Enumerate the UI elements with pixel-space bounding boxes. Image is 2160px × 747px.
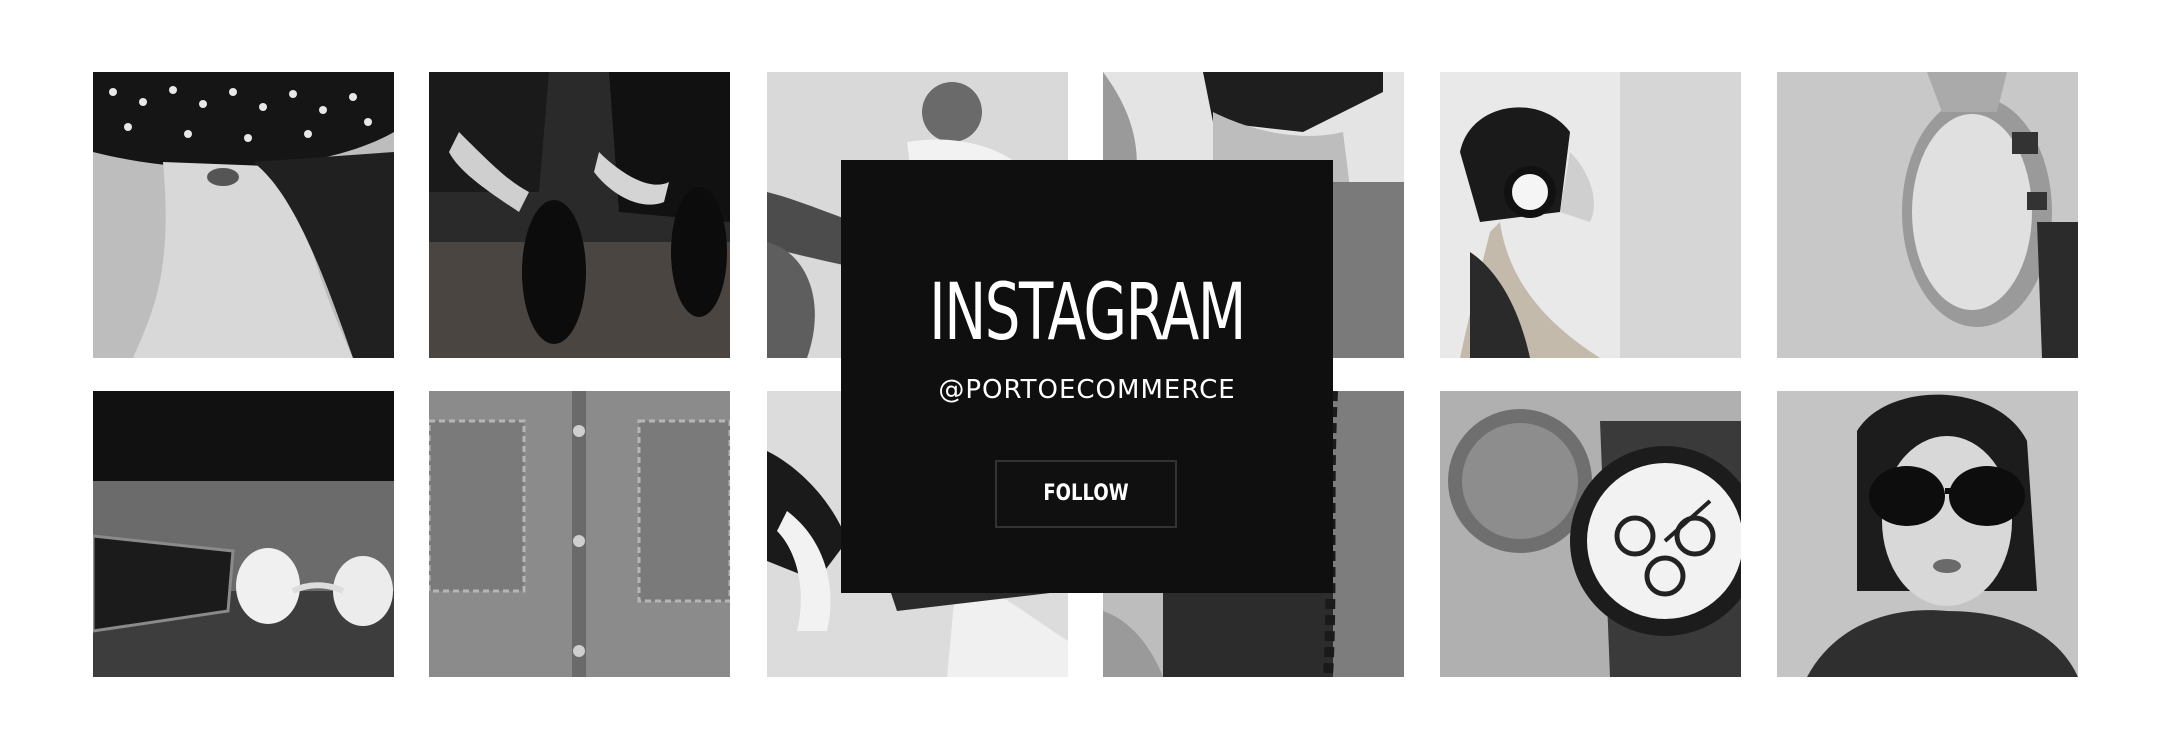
instagram-photo-headphones-woman[interactable] — [1440, 72, 1741, 358]
follow-button-label: FOLLOW — [1043, 481, 1129, 506]
instagram-photo-sunglasses-woman[interactable] — [1777, 391, 2078, 677]
photo-image — [429, 72, 730, 358]
instagram-photo-shoes[interactable] — [429, 72, 730, 358]
photo-image — [1777, 391, 2078, 677]
instagram-photo-watch[interactable] — [1777, 72, 2078, 358]
instagram-title: INSTAGRAM — [929, 268, 1246, 358]
instagram-promo-panel: INSTAGRAM @PORTOECOMMERCE FOLLOW — [841, 160, 1333, 593]
photo-image — [429, 391, 730, 677]
photo-image — [1440, 72, 1741, 358]
photo-image — [93, 72, 394, 358]
photo-image — [1440, 391, 1741, 677]
instagram-photo-denim[interactable] — [429, 391, 730, 677]
photo-image — [93, 391, 394, 677]
instagram-photo-hat-woman[interactable] — [93, 72, 394, 358]
instagram-photo-chronographs[interactable] — [1440, 391, 1741, 677]
photo-image — [1777, 72, 2078, 358]
follow-button[interactable]: FOLLOW — [995, 460, 1177, 528]
instagram-photo-earbuds[interactable] — [93, 391, 394, 677]
instagram-handle[interactable]: @PORTOECOMMERCE — [841, 375, 1333, 405]
